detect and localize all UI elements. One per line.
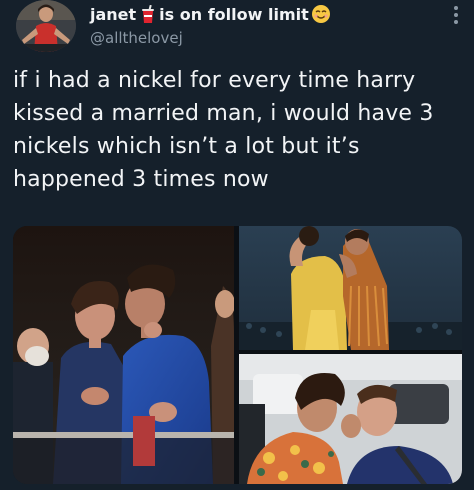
media-photo-2[interactable]: [239, 226, 462, 350]
tweet: janet is on follow limit @allthelovej if…: [0, 0, 474, 490]
media-photo-1[interactable]: [13, 226, 234, 484]
cup-with-straw-icon: [141, 4, 155, 23]
more-options-icon[interactable]: [451, 4, 461, 26]
avatar[interactable]: [16, 0, 76, 52]
media-photo-3[interactable]: [239, 354, 462, 484]
display-name[interactable]: janet: [90, 5, 136, 24]
smiling-face-icon: [311, 4, 331, 24]
display-name-suffix[interactable]: is on follow limit: [159, 5, 309, 24]
user-handle[interactable]: @allthelovej: [90, 29, 183, 47]
media-grid: [13, 226, 462, 484]
author-line[interactable]: janet is on follow limit: [90, 2, 331, 26]
tweet-text: if i had a nickel for every time harry k…: [13, 68, 434, 192]
avatar-photo: [16, 0, 76, 52]
